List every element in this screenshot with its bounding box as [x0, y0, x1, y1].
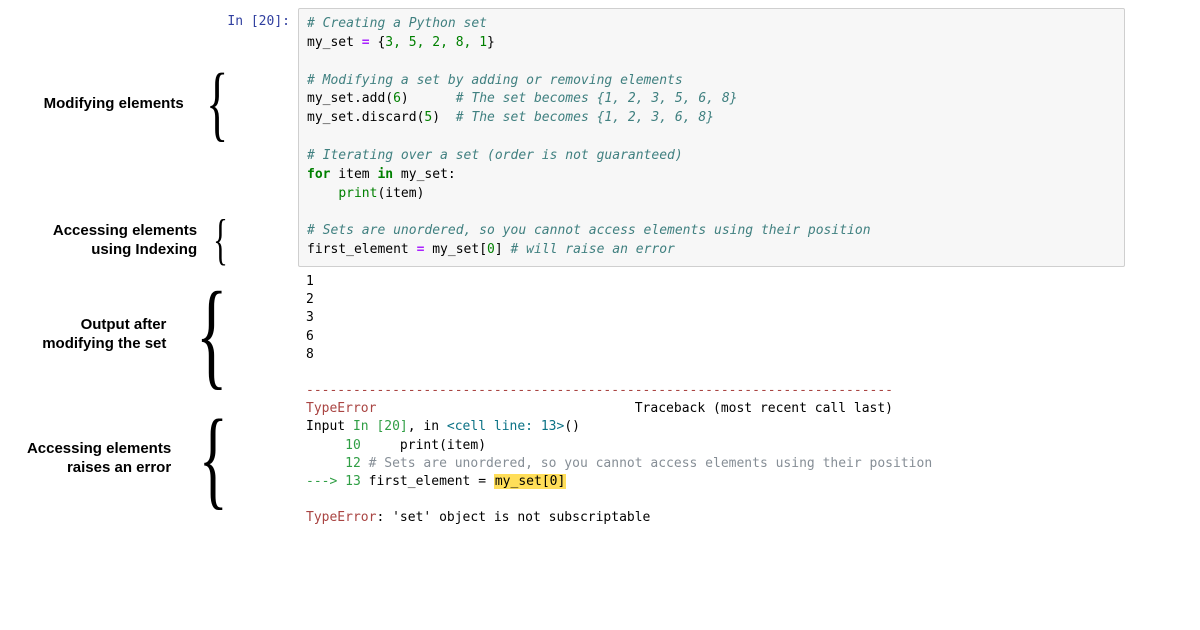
annotation-indexing: Accessing elementsusing Indexing {	[53, 218, 225, 263]
page-container: Modifying elements { Accessing elementsu…	[0, 8, 1125, 534]
input-prompt: In [20]:	[225, 8, 298, 29]
output-cell: 1 2 3 6 8 ------------------------------…	[298, 267, 1124, 534]
annotation-error-text: Accessing elementsraises an error	[27, 439, 175, 478]
annotations-column: Modifying elements { Accessing elementsu…	[0, 8, 225, 534]
annotation-modifying: Modifying elements {	[44, 70, 225, 137]
brace-icon: {	[196, 286, 228, 382]
annotation-error: Accessing elementsraises an error {	[27, 414, 225, 502]
annotation-output: Output aftermodifying the set {	[42, 286, 225, 382]
traceback-separator: ----------------------------------------…	[306, 383, 893, 398]
annotation-indexing-text: Accessing elementsusing Indexing	[53, 221, 201, 260]
code-cell-row: In [20]: # Creating a Python set my_set …	[225, 8, 1125, 267]
code-cell[interactable]: # Creating a Python set my_set = {3, 5, …	[298, 8, 1125, 267]
brace-icon: {	[199, 414, 228, 502]
notebook-column: In [20]: # Creating a Python set my_set …	[225, 8, 1125, 534]
brace-icon: {	[206, 70, 228, 137]
annotation-modifying-text: Modifying elements	[44, 94, 188, 114]
annotation-output-text: Output aftermodifying the set	[42, 315, 170, 354]
output-prompt-spacer	[225, 267, 298, 273]
output-cell-row: 1 2 3 6 8 ------------------------------…	[225, 267, 1125, 534]
brace-icon: {	[213, 218, 228, 263]
